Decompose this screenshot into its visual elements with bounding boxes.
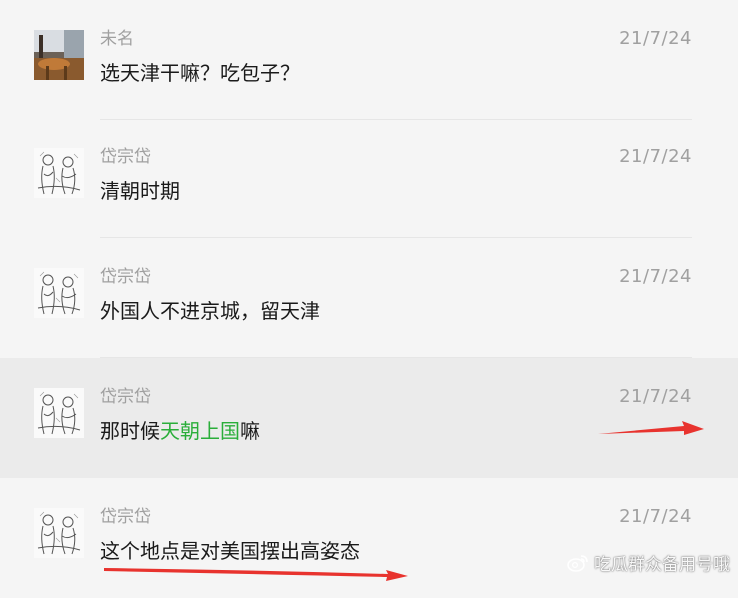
avatar[interactable]: [34, 388, 84, 438]
avatar[interactable]: [34, 30, 84, 80]
avatar[interactable]: [34, 508, 84, 558]
watermark-text: 吃瓜群众备用号哦: [594, 555, 730, 575]
comment-item-selected[interactable]: 岱宗岱 21/7/24 那时候天朝上国嘛: [0, 358, 738, 478]
comment-author[interactable]: 未名: [100, 27, 134, 51]
comment-text: 这个地点是对美国摆出高姿态: [100, 539, 360, 563]
comment-date: 21/7/24: [619, 506, 692, 527]
highlighted-keyword: 天朝上国: [160, 419, 240, 443]
weibo-icon: [567, 554, 588, 572]
comment-author[interactable]: 岱宗岱: [100, 385, 151, 409]
comment-author[interactable]: 岱宗岱: [100, 145, 151, 169]
avatar[interactable]: [34, 268, 84, 318]
comment-item[interactable]: 岱宗岱 21/7/24 外国人不进京城，留天津: [0, 238, 738, 358]
avatar[interactable]: [34, 148, 84, 198]
comment-author[interactable]: 岱宗岱: [100, 265, 151, 289]
comment-text-part: 嘛: [240, 419, 260, 443]
red-arrow-annotation: [598, 421, 704, 435]
comment-item[interactable]: 岱宗岱 21/7/24 清朝时期: [0, 118, 738, 238]
comment-text: 选天津干嘛？吃包子？: [100, 61, 300, 85]
comment-author[interactable]: 岱宗岱: [100, 505, 151, 529]
comment-date: 21/7/24: [619, 28, 692, 49]
comment-text: 那时候天朝上国嘛: [100, 417, 260, 445]
watermark: 吃瓜群众备用号哦: [567, 550, 730, 575]
comment-date: 21/7/24: [619, 146, 692, 167]
comment-text: 清朝时期: [100, 179, 180, 203]
comment-date: 21/7/24: [619, 386, 692, 407]
comment-item[interactable]: 未名 21/7/24 选天津干嘛？吃包子？: [0, 0, 738, 120]
comment-date: 21/7/24: [619, 266, 692, 287]
comment-text-part: 那时候: [100, 419, 160, 443]
comment-text: 外国人不进京城，留天津: [100, 299, 320, 323]
red-underline-annotation: [104, 568, 408, 581]
